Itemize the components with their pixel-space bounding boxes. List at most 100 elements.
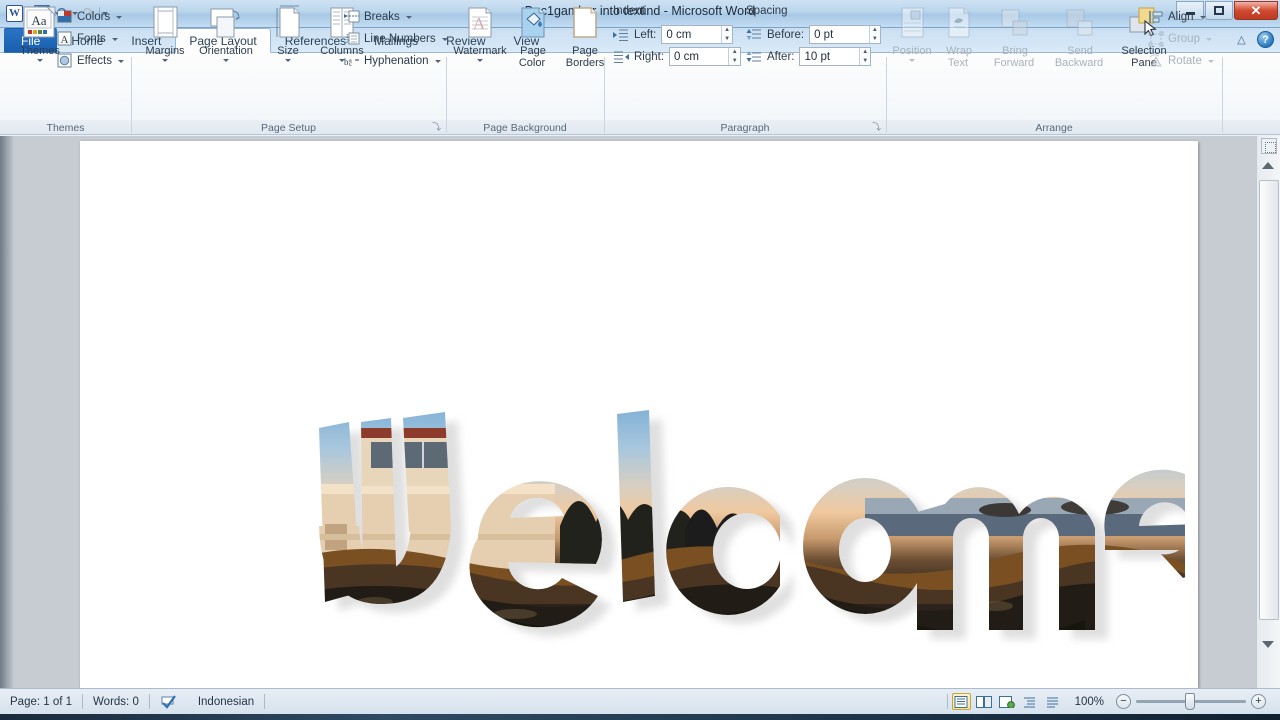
page-setup-dialog-launcher[interactable]: ⤵ <box>431 122 442 133</box>
orientation-button[interactable]: Orientation <box>191 3 261 62</box>
indent-right-stepper[interactable]: ▲ ▼ <box>728 48 741 66</box>
page-color-icon <box>517 3 549 43</box>
align-dropdown-icon[interactable] <box>1199 15 1206 19</box>
stepper-down-icon[interactable]: ▼ <box>860 57 871 66</box>
indent-section-title: Indent <box>613 5 645 17</box>
breaks-dropdown-icon[interactable] <box>405 15 412 19</box>
theme-colors-button[interactable]: Colors <box>57 7 123 27</box>
view-full-screen-reading-button[interactable] <box>975 693 994 710</box>
wrap-text-icon <box>943 3 975 43</box>
margins-dropdown-icon[interactable] <box>162 59 168 62</box>
wrap-text-label-2: Text <box>947 57 969 69</box>
align-button[interactable]: Align <box>1148 7 1206 27</box>
size-button[interactable]: Size <box>263 3 313 62</box>
page-color-label: Page <box>520 45 546 57</box>
hyphenation-dropdown-icon[interactable] <box>434 59 441 63</box>
stepper-down-icon[interactable]: ▼ <box>729 57 740 66</box>
stepper-up-icon[interactable]: ▲ <box>870 26 881 35</box>
zoom-track[interactable] <box>1136 693 1246 710</box>
themes-dropdown-icon[interactable] <box>37 59 43 62</box>
language-status[interactable]: Indonesian <box>188 693 264 711</box>
spacing-after-stepper[interactable]: ▲ ▼ <box>858 48 871 66</box>
status-right-cluster: 100% − + <box>946 693 1280 710</box>
hyphenation-label: Hyphenation <box>364 55 429 67</box>
spacing-after-input[interactable] <box>800 48 859 65</box>
spacing-before-icon <box>746 27 762 43</box>
welcome-artwork-svg <box>319 410 1185 630</box>
orientation-dropdown-icon[interactable] <box>223 59 229 62</box>
stepper-up-icon[interactable]: ▲ <box>729 48 740 57</box>
zoom-in-button[interactable]: + <box>1251 694 1266 709</box>
position-label: Position <box>892 45 932 57</box>
scroll-up-icon[interactable] <box>1262 162 1274 169</box>
indent-left-stepper[interactable]: ▲ ▼ <box>720 26 733 44</box>
svg-text:c: c <box>349 60 352 68</box>
welcome-picture-text[interactable] <box>305 406 1185 671</box>
indent-right-input[interactable] <box>670 48 729 65</box>
wrap-text-label: Wrap <box>945 45 973 57</box>
indent-right-field[interactable]: ▲▼ <box>669 47 742 66</box>
stepper-down-icon[interactable]: ▼ <box>870 35 881 44</box>
indent-left-input[interactable] <box>662 26 721 43</box>
zoom-level[interactable]: 100% <box>1067 696 1112 708</box>
theme-colors-icon <box>57 9 73 25</box>
themes-icon: Aa <box>22 3 58 43</box>
stepper-up-icon[interactable]: ▲ <box>722 26 733 35</box>
minimize-ribbon-icon[interactable]: △ <box>1234 32 1249 47</box>
indent-left-icon <box>613 27 629 43</box>
spacing-before-input[interactable] <box>810 26 869 43</box>
stepper-up-icon[interactable]: ▲ <box>860 48 871 57</box>
theme-colors-dropdown-icon[interactable] <box>116 15 123 19</box>
view-draft-button[interactable] <box>1044 693 1063 710</box>
spacing-after-label: After: <box>767 50 795 63</box>
watermark-dropdown-icon[interactable] <box>477 59 483 62</box>
view-web-layout-button[interactable] <box>998 693 1017 710</box>
line-numbers-button[interactable]: 12 Line Numbers <box>344 29 448 49</box>
zoom-out-button[interactable]: − <box>1116 694 1131 709</box>
document-page[interactable] <box>80 141 1198 688</box>
spacing-before-stepper[interactable]: ▲ ▼ <box>868 26 881 44</box>
group-dropdown-icon <box>1205 37 1212 41</box>
vertical-scrollbar[interactable] <box>1256 136 1280 688</box>
indent-left-row: Left: ▲▼ <box>613 25 734 44</box>
page-color-button[interactable]: Page Color <box>508 3 558 69</box>
indent-left-field[interactable]: ▲▼ <box>661 25 734 44</box>
left-rail <box>0 136 14 688</box>
size-dropdown-icon[interactable] <box>285 59 291 62</box>
hyphenation-button[interactable]: bac Hyphenation <box>344 51 441 71</box>
zoom-thumb[interactable] <box>1185 693 1195 710</box>
theme-fonts-dropdown-icon[interactable] <box>111 37 118 41</box>
help-icon[interactable]: ? <box>1257 31 1274 48</box>
group-label-page-setup: Page Setup <box>261 122 316 134</box>
indent-left-label: Left: <box>634 28 657 41</box>
send-backward-button: Send Backward <box>1045 3 1115 69</box>
margins-button[interactable]: Margins <box>137 3 193 62</box>
zoom-slider[interactable]: − + <box>1116 693 1266 710</box>
word-count[interactable]: Words: 0 <box>83 693 149 711</box>
proofing-status[interactable] <box>150 693 188 711</box>
spacing-after-field[interactable]: ▲▼ <box>799 47 872 66</box>
group-divider-5 <box>1222 57 1223 133</box>
view-print-layout-button[interactable] <box>951 693 971 710</box>
theme-effects-dropdown-icon[interactable] <box>117 59 124 63</box>
page-count[interactable]: Page: 1 of 1 <box>0 693 82 711</box>
position-dropdown-icon <box>909 59 915 62</box>
close-button[interactable]: ✕ <box>1234 1 1278 20</box>
watermark-button[interactable]: A Watermark <box>449 3 511 62</box>
spacing-before-field[interactable]: ▲▼ <box>809 25 882 44</box>
scroll-down-icon[interactable] <box>1262 641 1274 648</box>
scrollbar-thumb[interactable] <box>1259 180 1279 620</box>
view-outline-button[interactable] <box>1021 693 1040 710</box>
theme-fonts-button[interactable]: A Fonts <box>57 29 118 49</box>
group-icon <box>1148 31 1164 47</box>
stepper-down-icon[interactable]: ▼ <box>722 35 733 44</box>
theme-effects-label: Effects <box>77 55 112 67</box>
view-ruler-icon[interactable] <box>1261 138 1277 154</box>
breaks-button[interactable]: Breaks <box>344 7 412 27</box>
group-label-arrange: Arrange <box>1035 122 1073 134</box>
document-workspace[interactable] <box>14 136 1256 688</box>
scrollbar-split-handle[interactable] <box>1260 652 1278 666</box>
paragraph-dialog-launcher[interactable]: ⤵ <box>871 122 882 133</box>
theme-effects-button[interactable]: Effects <box>57 51 124 71</box>
indent-right-row: Right: ▲▼ <box>613 47 742 66</box>
